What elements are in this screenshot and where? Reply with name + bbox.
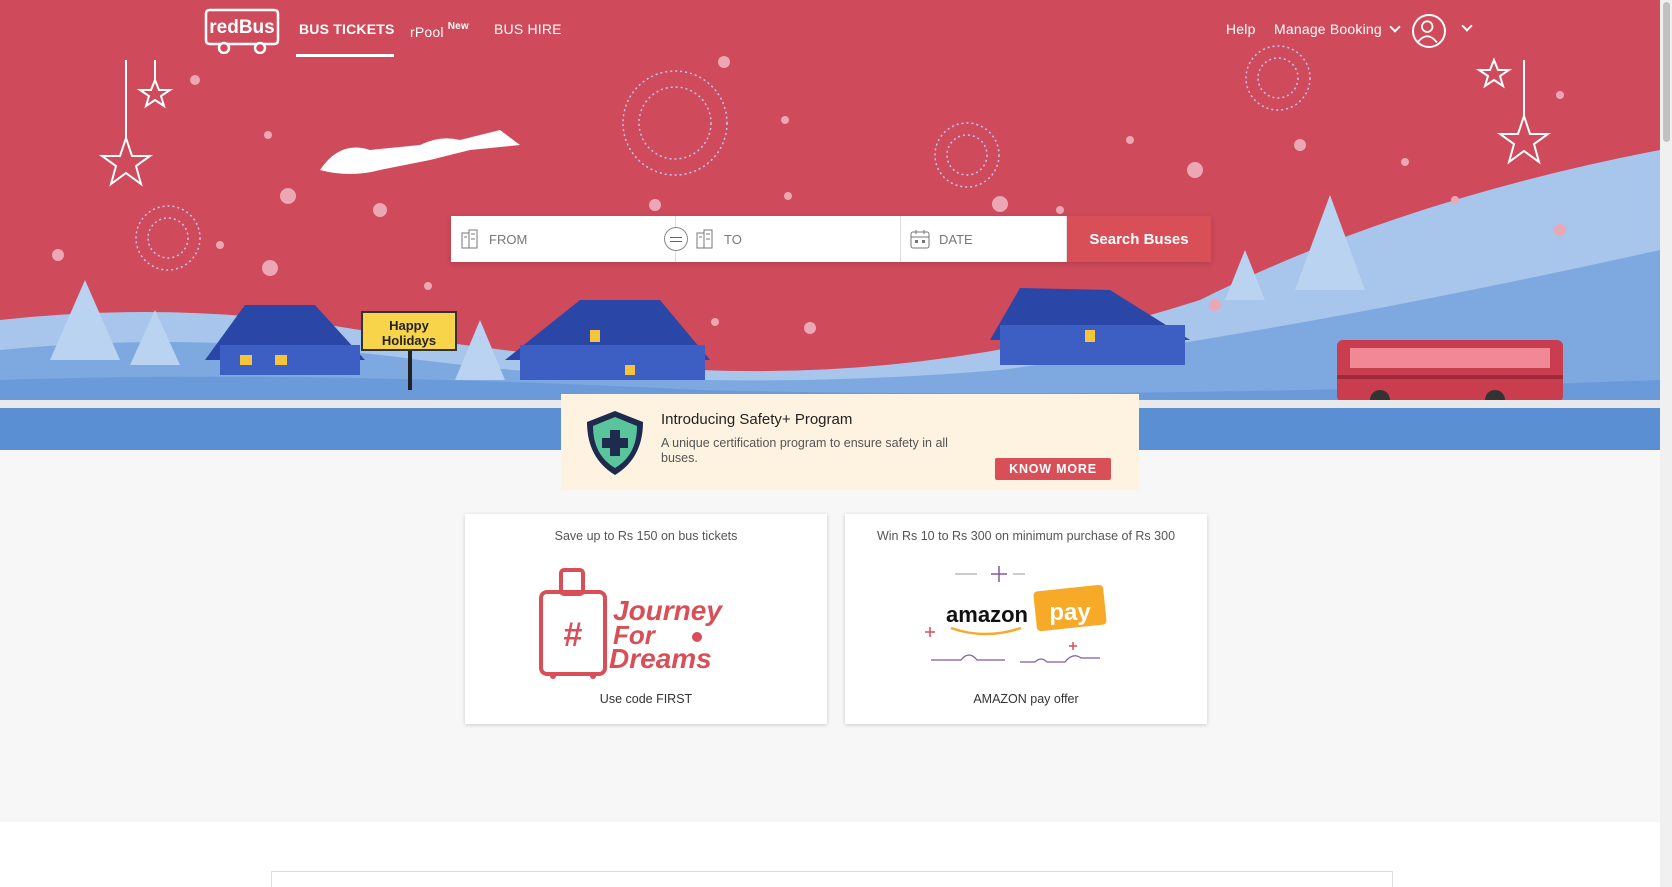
offer-card-amazon-pay[interactable]: Win Rs 10 to Rs 300 on minimum purchase … [845,514,1207,724]
know-more-button[interactable]: KNOW MORE [995,458,1111,480]
nav-manage-booking[interactable]: Manage Booking [1274,21,1401,37]
lower-content-box [271,871,1393,887]
nav-rpool-label: rPool [410,24,444,40]
sign-text-2: Holidays [382,333,436,348]
city-building-icon [696,229,713,249]
from-input[interactable] [489,231,639,247]
sign-text-1: Happy [389,318,430,333]
art-word-dreams: Dreams [609,643,712,674]
page-scrollbar[interactable] [1660,0,1672,887]
user-avatar-icon[interactable] [1412,14,1446,48]
chevron-down-icon [1389,21,1401,33]
swap-locations-icon[interactable] [664,227,688,251]
offer-caption: Use code FIRST [599,692,693,706]
date-field[interactable] [901,216,1067,262]
city-building-icon [461,229,478,249]
offer-card-first[interactable]: Save up to Rs 150 on bus tickets # Journ… [465,514,827,724]
logo-text: redBus [209,17,274,38]
nav-rpool[interactable]: rPool New [410,21,469,40]
search-buses-button[interactable]: Search Buses [1067,216,1211,262]
to-field[interactable] [676,216,901,262]
offer-headline: Save up to Rs 150 on bus tickets [554,529,738,543]
bus-search-bar: Search Buses [451,216,1211,262]
safety-plus-banner: Introducing Safety+ Program A unique cer… [561,394,1139,490]
journey-for-dreams-art: # Journey For Dreams [539,568,723,679]
art-amazon-word: amazon [946,602,1028,627]
safety-title: Introducing Safety+ Program [661,411,853,428]
nav-active-underline [296,54,394,57]
amazon-pay-art: amazon pay [925,566,1107,663]
nav-help[interactable]: Help [1226,21,1256,37]
svg-text:#: # [564,616,583,654]
top-navigation: redBus BUS TICKETS rPool New BUS HIRE Hel… [0,0,1660,60]
nav-bus-hire[interactable]: BUS HIRE [494,21,562,37]
redbus-logo[interactable]: redBus [204,6,280,54]
account-chevron-down-icon[interactable] [1461,20,1473,32]
new-badge: New [447,21,469,32]
safety-shield-icon [587,411,643,475]
offer-headline: Win Rs 10 to Rs 300 on minimum purchase … [876,529,1176,543]
to-input[interactable] [724,231,874,247]
calendar-icon [910,230,930,249]
scrollbar-thumb[interactable] [1663,2,1670,142]
safety-description: A unique certification program to ensure… [661,436,948,465]
offer-caption: AMAZON pay offer [973,692,1079,706]
manage-booking-label: Manage Booking [1274,21,1382,37]
date-input[interactable] [939,231,1039,247]
art-pay-word: pay [1049,599,1091,626]
from-field[interactable] [451,216,688,262]
nav-bus-tickets[interactable]: BUS TICKETS [299,21,395,37]
hero-banner: Happy Holidays redBus BUS TICKETS rPool … [0,0,1660,450]
